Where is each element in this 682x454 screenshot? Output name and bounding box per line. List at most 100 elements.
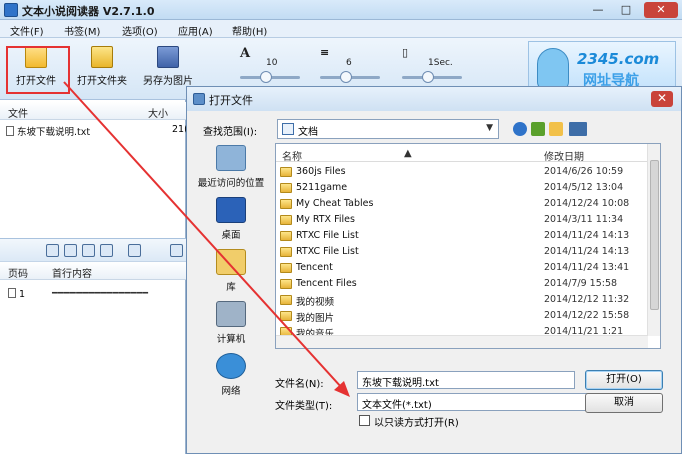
font-size-knob[interactable] <box>260 71 272 83</box>
open-folder-button[interactable]: 打开文件夹 <box>70 44 134 94</box>
folder-icon <box>280 167 292 177</box>
folder-icon <box>280 183 292 193</box>
col-page[interactable]: 页码 <box>8 265 28 280</box>
dialog-title: 打开文件 <box>209 94 253 107</box>
file-list-header: 文件 大小 <box>0 102 186 120</box>
first-page-icon[interactable] <box>46 244 59 257</box>
horizontal-scrollbar[interactable] <box>276 335 648 348</box>
folder-icon <box>280 263 292 273</box>
folder-row[interactable]: Tencent Files 2014/7/9 15:58 <box>276 276 648 292</box>
folder-icon <box>280 279 292 289</box>
font-size-icon: A <box>240 46 251 61</box>
menu-file[interactable]: 文件(F) <box>10 23 44 38</box>
minimize-button[interactable]: — <box>586 2 610 18</box>
readonly-label: 以只读方式打开(R) <box>374 418 459 429</box>
col-modified[interactable]: 修改日期 <box>544 148 584 163</box>
folder-icon <box>280 215 292 225</box>
autoscroll-knob[interactable] <box>422 71 434 83</box>
readonly-checkbox[interactable] <box>359 415 370 426</box>
network-icon <box>216 353 246 379</box>
menu-help[interactable]: 帮助(H) <box>232 23 267 38</box>
close-button[interactable]: ✕ <box>644 2 678 18</box>
bookmark-icon[interactable] <box>128 244 141 257</box>
place-recent[interactable]: 最近访问的位置 <box>191 145 271 189</box>
folder-icon <box>280 247 292 257</box>
left-panel: 文件 大小 页码 首行内容 <box>0 100 186 454</box>
col-file[interactable]: 文件 <box>8 105 28 120</box>
maximize-button[interactable]: □ <box>614 2 638 18</box>
filetype-select[interactable]: 文本文件(*.txt) ▼ <box>357 393 599 411</box>
settings-icon[interactable] <box>170 244 183 257</box>
prev-page-icon[interactable] <box>64 244 77 257</box>
file-list-item[interactable]: 东坡下载说明.txt <box>6 124 90 138</box>
page-list-header: 页码 首行内容 <box>0 262 186 280</box>
folder-row[interactable]: My Cheat Tables 2014/12/24 10:08 <box>276 196 648 212</box>
desktop-icon <box>216 197 246 223</box>
folder-icon <box>280 199 292 209</box>
folder-row[interactable]: 5211game 2014/5/12 13:04 <box>276 180 648 196</box>
line-spacing-value: 6 <box>346 58 352 68</box>
autoscroll-icon: ▯ <box>402 46 409 59</box>
font-size-value: 10 <box>266 58 278 68</box>
page-list-item[interactable]: 1 <box>8 288 25 300</box>
last-page-icon[interactable] <box>100 244 113 257</box>
next-page-icon[interactable] <box>82 244 95 257</box>
folder-row[interactable]: RTXC File List 2014/11/24 14:13 <box>276 244 648 260</box>
dialog-title-bar: 打开文件 ✕ <box>187 87 681 111</box>
folder-row[interactable]: 我的视频 2014/12/12 11:32 <box>276 292 648 308</box>
mascot-icon <box>537 48 569 90</box>
file-list-header: 名称 ▲ 修改日期 <box>276 144 648 163</box>
up-folder-icon[interactable] <box>531 122 545 136</box>
folder-icon <box>280 311 292 321</box>
filename-input[interactable]: 东坡下载说明.txt <box>357 371 575 389</box>
document-icon <box>6 126 14 136</box>
file-list: 名称 ▲ 修改日期 360js Files 2014/6/26 10:59 521… <box>275 143 661 349</box>
filename-label: 文件名(N): <box>275 379 324 390</box>
sort-icon: ▲ <box>404 148 412 159</box>
place-libraries[interactable]: 库 <box>191 249 271 293</box>
folder-row[interactable]: 我的图片 2014/12/22 15:58 <box>276 308 648 324</box>
open-file-dialog: 打开文件 ✕ 查找范围(I): 文档 ▼ 最近访问的位置 桌面 库 计算机 网络 <box>186 86 682 454</box>
ad-brand: 2345.com <box>577 50 660 68</box>
documents-icon <box>282 123 294 135</box>
document-icon <box>8 288 16 298</box>
cancel-button[interactable]: 取消 <box>585 393 663 413</box>
scroll-thumb[interactable] <box>650 160 659 310</box>
line-spacing-knob[interactable] <box>340 71 352 83</box>
places-bar: 最近访问的位置 桌面 库 计算机 网络 <box>191 145 271 397</box>
vertical-scrollbar[interactable] <box>647 144 660 336</box>
recent-places-icon <box>216 145 246 171</box>
menu-bar: 文件(F) 书签(M) 选项(O) 应用(A) 帮助(H) <box>0 20 682 38</box>
place-computer[interactable]: 计算机 <box>191 301 271 345</box>
chevron-down-icon: ▼ <box>486 123 493 133</box>
filetype-label: 文件类型(T): <box>275 401 333 412</box>
folder-row[interactable]: 360js Files 2014/6/26 10:59 <box>276 164 648 180</box>
folder-row[interactable]: RTXC File List 2014/11/24 14:13 <box>276 228 648 244</box>
look-in-combo[interactable]: 文档 ▼ <box>277 119 499 139</box>
libraries-icon <box>216 249 246 275</box>
back-icon[interactable] <box>513 122 527 136</box>
save-icon <box>157 46 179 68</box>
computer-icon <box>216 301 246 327</box>
open-folder-icon <box>91 46 113 68</box>
open-file-highlight <box>6 46 70 94</box>
app-title: 文本小说阅读器 V2.7.1.0 <box>22 5 155 18</box>
open-button[interactable]: 打开(O) <box>585 370 663 390</box>
line-spacing-icon: ≡ <box>320 46 330 59</box>
menu-options[interactable]: 选项(O) <box>122 23 158 38</box>
dialog-icon <box>193 93 205 105</box>
view-menu-icon[interactable] <box>569 122 587 136</box>
menu-bookmarks[interactable]: 书签(M) <box>64 23 100 38</box>
folder-icon <box>280 295 292 305</box>
dialog-close-button[interactable]: ✕ <box>651 91 673 107</box>
look-in-label: 查找范围(I): <box>203 127 258 138</box>
col-first-line[interactable]: 首行内容 <box>52 265 92 280</box>
place-network[interactable]: 网络 <box>191 353 271 397</box>
menu-apps[interactable]: 应用(A) <box>178 23 213 38</box>
folder-row[interactable]: Tencent 2014/11/24 13:41 <box>276 260 648 276</box>
col-size[interactable]: 大小 <box>148 105 168 120</box>
place-desktop[interactable]: 桌面 <box>191 197 271 241</box>
folder-row[interactable]: My RTX Files 2014/3/11 11:34 <box>276 212 648 228</box>
new-folder-icon[interactable] <box>549 122 563 136</box>
col-name[interactable]: 名称 <box>282 148 302 163</box>
